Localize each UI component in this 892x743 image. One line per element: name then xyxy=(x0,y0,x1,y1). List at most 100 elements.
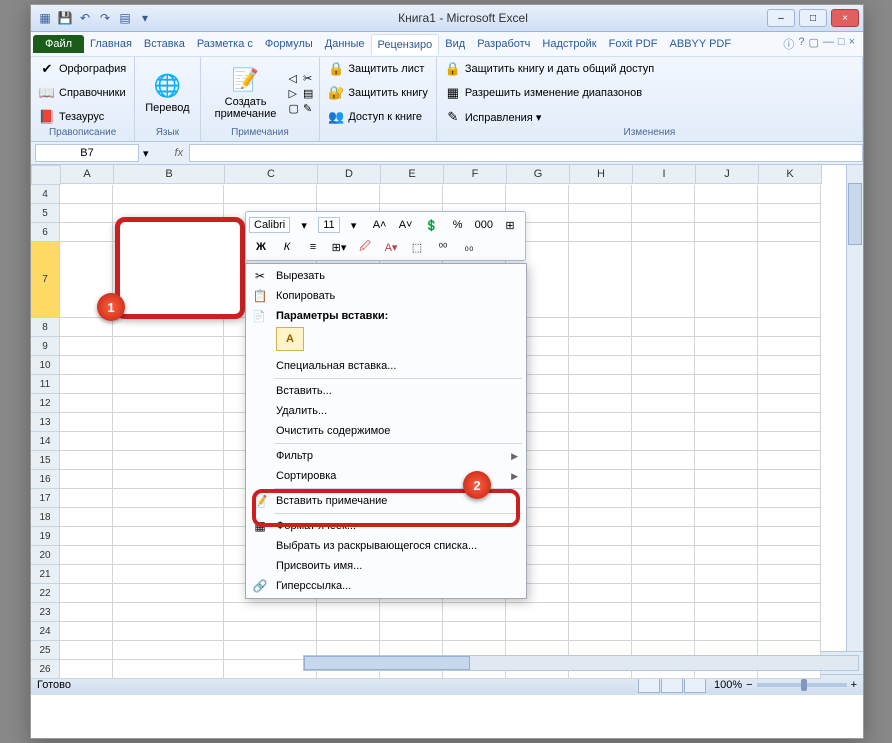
cell-H14[interactable] xyxy=(569,432,632,451)
vscroll-thumb[interactable] xyxy=(848,183,862,245)
ribbon-tab-7[interactable]: Разработч xyxy=(471,34,536,55)
cell-K13[interactable] xyxy=(758,413,821,432)
vertical-scrollbar[interactable] xyxy=(846,165,863,651)
protect-sheet-button[interactable]: 🔒Защитить лист xyxy=(326,59,426,79)
cell-H10[interactable] xyxy=(569,356,632,375)
protect-workbook-button[interactable]: 🔐Защитить книгу xyxy=(326,83,430,103)
zoom-level[interactable]: 100% xyxy=(714,679,742,691)
cell-I24[interactable] xyxy=(632,622,695,641)
cell-B20[interactable] xyxy=(113,546,224,565)
new-comment-button[interactable]: 📝Создать примечание xyxy=(207,64,285,122)
cell-H18[interactable] xyxy=(569,508,632,527)
cell-K23[interactable] xyxy=(758,603,821,622)
font-size-box[interactable]: 11 xyxy=(318,217,339,233)
cell-H21[interactable] xyxy=(569,565,632,584)
col-header-A[interactable]: A xyxy=(61,165,114,184)
borders-icon[interactable]: ⊞▾ xyxy=(327,237,351,257)
cell-F4[interactable] xyxy=(443,185,506,204)
cell-B26[interactable] xyxy=(113,660,224,679)
cell-K17[interactable] xyxy=(758,489,821,508)
font-name-box[interactable]: Calibri xyxy=(249,217,290,233)
fill-color-icon[interactable]: 🖉 xyxy=(353,237,377,257)
zoom-in-icon[interactable]: + xyxy=(851,679,857,691)
cell-H4[interactable] xyxy=(569,185,632,204)
cell-A24[interactable] xyxy=(60,622,113,641)
fx-icon[interactable]: fx xyxy=(169,147,190,159)
cell-I17[interactable] xyxy=(632,489,695,508)
cell-B9[interactable] xyxy=(113,337,224,356)
cell-J4[interactable] xyxy=(695,185,758,204)
help-icon[interactable]: ? xyxy=(798,36,804,52)
cell-H23[interactable] xyxy=(569,603,632,622)
align-icon[interactable]: ≡ xyxy=(301,237,325,257)
cell-A13[interactable] xyxy=(60,413,113,432)
cell-J12[interactable] xyxy=(695,394,758,413)
cell-B15[interactable] xyxy=(113,451,224,470)
col-header-F[interactable]: F xyxy=(444,165,507,184)
row-header-15[interactable]: 15 xyxy=(31,451,60,470)
row-header-14[interactable]: 14 xyxy=(31,432,60,451)
cell-K18[interactable] xyxy=(758,508,821,527)
cell-B8[interactable] xyxy=(113,318,224,337)
cell-K16[interactable] xyxy=(758,470,821,489)
cell-J10[interactable] xyxy=(695,356,758,375)
cell-J20[interactable] xyxy=(695,546,758,565)
cell-A11[interactable] xyxy=(60,375,113,394)
layout-view-icon[interactable] xyxy=(661,677,683,693)
cell-C23[interactable] xyxy=(224,603,317,622)
cell-I8[interactable] xyxy=(632,318,695,337)
cell-K14[interactable] xyxy=(758,432,821,451)
cell-J5[interactable] xyxy=(695,204,758,223)
ribbon-tab-2[interactable]: Разметка с xyxy=(191,34,259,55)
cell-F24[interactable] xyxy=(443,622,506,641)
ctx-insert[interactable]: Вставить... xyxy=(246,381,526,401)
paste-option-a[interactable]: A xyxy=(276,327,304,351)
protect-share-button[interactable]: 🔒Защитить книгу и дать общий доступ xyxy=(443,59,656,79)
next-comment-icon[interactable]: ▷ xyxy=(289,87,299,100)
col-header-G[interactable]: G xyxy=(507,165,570,184)
row-header-23[interactable]: 23 xyxy=(31,603,60,622)
ribbon-tab-8[interactable]: Надстройк xyxy=(536,34,602,55)
doc-minimize-icon[interactable]: — xyxy=(823,36,834,52)
ribbon-tab-9[interactable]: Foxit PDF xyxy=(603,34,664,55)
cell-J7[interactable] xyxy=(695,242,758,318)
decrease-decimal-icon[interactable]: ₀₀ xyxy=(457,237,481,257)
shrink-font-icon[interactable]: A˅ xyxy=(394,215,418,235)
cell-H5[interactable] xyxy=(569,204,632,223)
cell-K10[interactable] xyxy=(758,356,821,375)
cell-B24[interactable] xyxy=(113,622,224,641)
cell-H11[interactable] xyxy=(569,375,632,394)
cell-E24[interactable] xyxy=(380,622,443,641)
cell-E23[interactable] xyxy=(380,603,443,622)
col-header-E[interactable]: E xyxy=(381,165,444,184)
cell-A14[interactable] xyxy=(60,432,113,451)
cell-A22[interactable] xyxy=(60,584,113,603)
translate-button[interactable]: 🌐Перевод xyxy=(141,70,193,116)
cell-B14[interactable] xyxy=(113,432,224,451)
row-header-18[interactable]: 18 xyxy=(31,508,60,527)
cell-H19[interactable] xyxy=(569,527,632,546)
horizontal-scrollbar[interactable] xyxy=(303,655,859,671)
ribbon-tab-1[interactable]: Вставка xyxy=(138,34,191,55)
col-header-H[interactable]: H xyxy=(570,165,633,184)
ctx-copy[interactable]: 📋Копировать xyxy=(246,286,526,306)
cell-K22[interactable] xyxy=(758,584,821,603)
cell-I15[interactable] xyxy=(632,451,695,470)
cell-D4[interactable] xyxy=(317,185,380,204)
ctx-clear[interactable]: Очистить содержимое xyxy=(246,421,526,441)
cell-H13[interactable] xyxy=(569,413,632,432)
cell-J15[interactable] xyxy=(695,451,758,470)
cell-H17[interactable] xyxy=(569,489,632,508)
cell-I7[interactable] xyxy=(632,242,695,318)
increase-decimal-icon[interactable]: ⁰⁰ xyxy=(431,237,455,257)
row-header-26[interactable]: 26 xyxy=(31,660,60,679)
cell-A5[interactable] xyxy=(60,204,113,223)
cell-A10[interactable] xyxy=(60,356,113,375)
cell-A26[interactable] xyxy=(60,660,113,679)
cell-A9[interactable] xyxy=(60,337,113,356)
cell-H16[interactable] xyxy=(569,470,632,489)
cell-K20[interactable] xyxy=(758,546,821,565)
ribbon-tab-10[interactable]: ABBYY PDF xyxy=(664,34,738,55)
percent-icon[interactable]: % xyxy=(446,215,470,235)
cell-A18[interactable] xyxy=(60,508,113,527)
